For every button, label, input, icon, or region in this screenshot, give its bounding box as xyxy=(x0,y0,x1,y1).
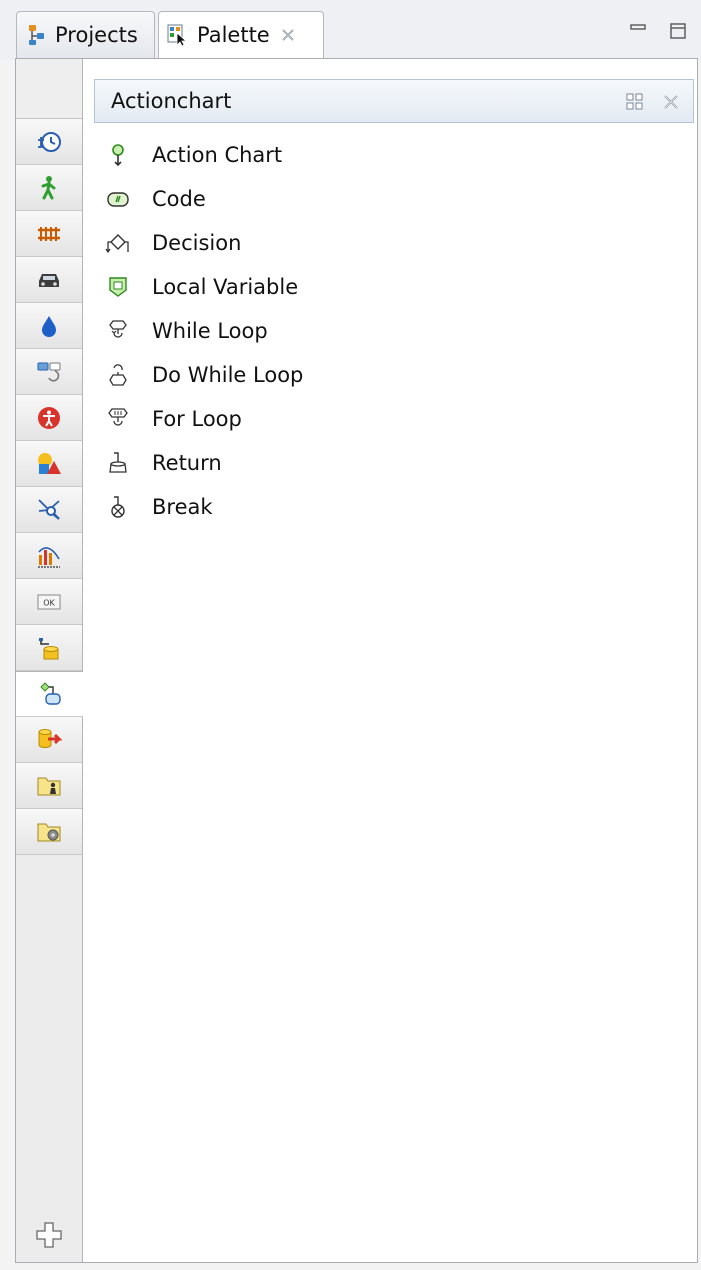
pedestrian-icon xyxy=(41,175,56,199)
item-label: For Loop xyxy=(152,407,242,431)
car-icon xyxy=(39,273,59,287)
category-shapes[interactable] xyxy=(16,441,82,487)
local-variable-icon xyxy=(104,273,132,301)
add-category-button[interactable] xyxy=(34,1220,64,1250)
category-network[interactable] xyxy=(16,487,82,533)
category-folder-person[interactable] xyxy=(16,763,82,809)
connector-icon xyxy=(39,637,59,659)
drawer-title: Actionchart xyxy=(111,89,232,113)
rail-icon xyxy=(38,226,60,241)
minimize-icon[interactable] xyxy=(629,22,647,40)
palette-item-do-while-loop[interactable]: Do While Loop xyxy=(94,353,694,397)
palette-icon xyxy=(167,24,189,46)
item-label: Return xyxy=(152,451,222,475)
maximize-icon[interactable] xyxy=(669,22,687,40)
palette-item-break[interactable]: Break xyxy=(94,485,694,529)
view-tab-bar: Projects Palette xyxy=(0,0,701,60)
category-process[interactable] xyxy=(16,349,82,395)
drop-icon xyxy=(42,315,56,337)
item-label: Do While Loop xyxy=(152,363,304,387)
palette-item-for-loop[interactable]: For Loop xyxy=(94,397,694,441)
category-connectivity[interactable] xyxy=(16,625,82,671)
category-actionchart[interactable] xyxy=(16,671,83,717)
tab-label: Projects xyxy=(55,23,138,47)
category-database[interactable] xyxy=(16,717,82,763)
item-label: While Loop xyxy=(152,319,268,343)
palette-item-local-variable[interactable]: Local Variable xyxy=(94,265,694,309)
category-accessibility[interactable] xyxy=(16,395,82,441)
item-label: Local Variable xyxy=(152,275,299,299)
category-controls[interactable]: OK xyxy=(16,579,82,625)
for-loop-icon xyxy=(104,405,132,433)
while-loop-icon xyxy=(104,317,132,345)
close-icon[interactable] xyxy=(280,27,296,43)
category-rail[interactable] xyxy=(16,211,82,257)
palette-view: OK Actionchart Action Chart Code Decisio… xyxy=(15,58,698,1263)
accessibility-icon xyxy=(38,406,60,429)
ok-button-icon: OK xyxy=(37,594,61,609)
close-icon[interactable] xyxy=(661,92,681,112)
return-icon xyxy=(104,449,132,477)
palette-item-action-chart[interactable]: Action Chart xyxy=(94,133,694,177)
palette-category-strip: OK xyxy=(16,59,83,1262)
network-icon xyxy=(38,498,60,520)
database-icon xyxy=(38,728,62,748)
category-car[interactable] xyxy=(16,257,82,303)
clock-icon xyxy=(38,131,61,152)
item-label: Break xyxy=(152,495,213,519)
svg-text:OK: OK xyxy=(43,598,55,607)
category-analysis[interactable] xyxy=(16,533,82,579)
folder-gear-icon xyxy=(37,823,61,841)
tab-label: Palette xyxy=(197,23,270,47)
category-clock[interactable] xyxy=(16,119,82,165)
tab-projects[interactable]: Projects xyxy=(16,11,155,58)
folder-person-icon xyxy=(37,777,61,795)
item-label: Action Chart xyxy=(152,143,283,167)
tab-palette[interactable]: Palette xyxy=(158,11,324,58)
layout-grid-icon[interactable] xyxy=(625,92,645,112)
category-folder-gear[interactable] xyxy=(16,809,82,855)
break-icon xyxy=(104,493,132,521)
actionchart-icon xyxy=(39,682,61,705)
palette-item-code[interactable]: Code xyxy=(94,177,694,221)
palette-item-decision[interactable]: Decision xyxy=(94,221,694,265)
do-while-loop-icon xyxy=(104,361,132,389)
code-icon xyxy=(104,185,132,213)
strip-header xyxy=(16,59,82,119)
actionchart-drawer: Actionchart Action Chart Code Decision L… xyxy=(94,79,694,529)
plus-icon xyxy=(36,1222,62,1248)
palette-item-while-loop[interactable]: While Loop xyxy=(94,309,694,353)
category-pedestrian[interactable] xyxy=(16,165,82,211)
decision-icon xyxy=(104,229,132,257)
action-chart-icon xyxy=(104,141,132,169)
view-controls xyxy=(629,22,687,40)
drawer-header-controls xyxy=(625,92,681,112)
drawer-header[interactable]: Actionchart xyxy=(94,79,694,123)
item-label: Decision xyxy=(152,231,242,255)
shapes-icon xyxy=(38,452,61,474)
projects-icon xyxy=(27,24,47,46)
process-icon xyxy=(37,362,61,382)
chart-icon xyxy=(38,546,60,568)
drawer-items: Action Chart Code Decision Local Variabl… xyxy=(94,133,694,529)
palette-item-return[interactable]: Return xyxy=(94,441,694,485)
category-fluid[interactable] xyxy=(16,303,82,349)
item-label: Code xyxy=(152,187,206,211)
